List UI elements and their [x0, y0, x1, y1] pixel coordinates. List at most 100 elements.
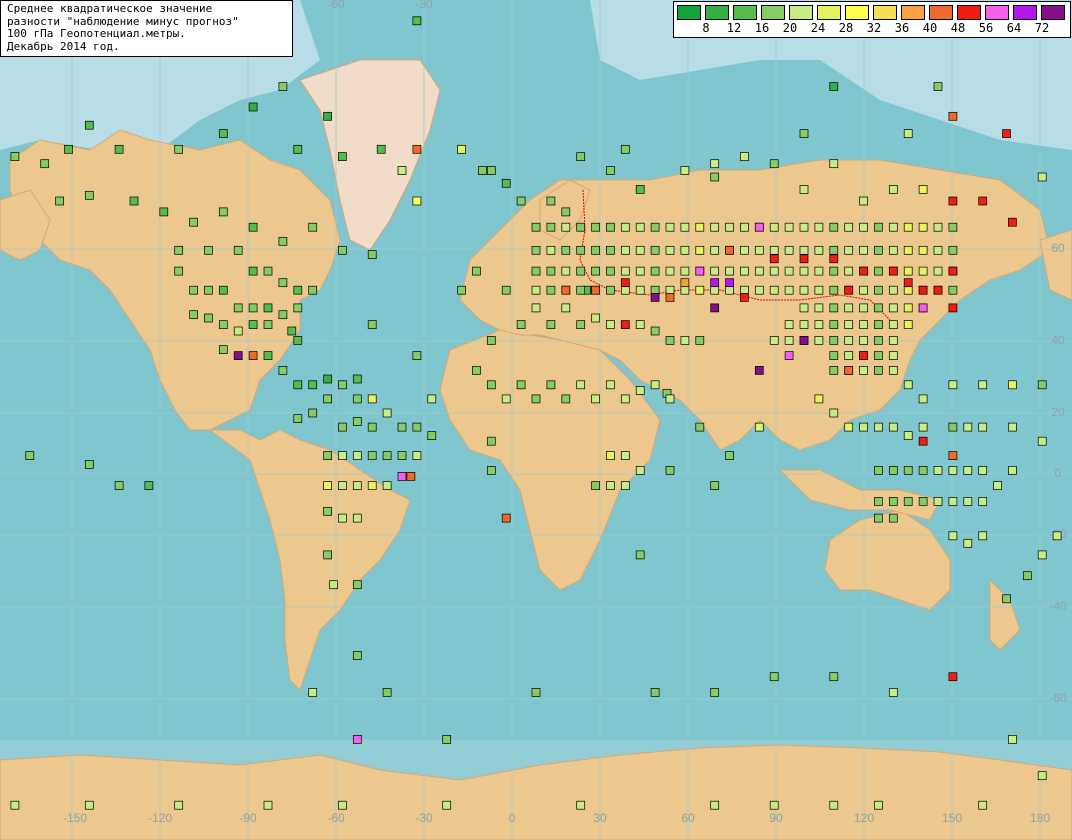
station-marker: [859, 320, 868, 329]
station-marker: [874, 466, 883, 475]
station-marker: [412, 422, 422, 432]
station-marker: [329, 580, 338, 590]
station-marker: [531, 266, 541, 276]
station-marker: [576, 266, 586, 276]
lon-label: 0: [509, 811, 516, 825]
station-marker: [725, 222, 734, 232]
station-marker: [635, 550, 645, 560]
station-marker: [650, 688, 660, 697]
station-marker: [769, 254, 779, 264]
station-marker: [323, 550, 332, 560]
station-marker: [903, 320, 913, 329]
station-marker: [352, 651, 362, 660]
station-marker: [725, 285, 734, 295]
station-marker: [888, 185, 898, 194]
station-marker: [829, 159, 839, 169]
station-marker: [859, 366, 868, 375]
station-marker: [1037, 436, 1047, 446]
legend-swatch: [705, 5, 729, 20]
station-marker: [888, 320, 898, 329]
station-marker: [978, 380, 988, 390]
station-marker: [620, 144, 630, 154]
station-marker: [859, 336, 868, 345]
station-marker: [620, 222, 630, 232]
station-marker: [978, 196, 988, 206]
station-marker: [665, 245, 675, 255]
station-marker: [948, 466, 958, 475]
station-marker: [323, 451, 332, 460]
station-marker: [591, 245, 600, 255]
station-marker: [561, 207, 571, 217]
legend-label: 72: [1034, 21, 1050, 35]
station-marker: [859, 285, 868, 295]
station-marker: [620, 320, 630, 329]
station-marker: [546, 285, 556, 295]
station-marker: [263, 266, 273, 276]
station-marker: [844, 222, 854, 232]
station-marker: [591, 394, 600, 404]
station-marker: [233, 245, 243, 255]
station-marker: [903, 380, 913, 390]
station-marker: [159, 207, 169, 217]
station-marker: [740, 266, 749, 276]
station-marker: [635, 285, 645, 295]
station-marker: [918, 245, 928, 255]
station-marker: [606, 245, 615, 255]
title-line-4: Декабрь 2014 год.: [7, 39, 120, 53]
station-marker: [799, 303, 809, 313]
station-marker: [278, 310, 288, 320]
station-marker: [888, 336, 898, 345]
station-marker: [650, 245, 660, 255]
station-marker: [695, 336, 705, 345]
station-marker: [740, 222, 749, 232]
color-legend: 8 12 16 20 24 28 32 36 40 48 56 64 72: [673, 1, 1071, 38]
station-marker: [948, 672, 958, 682]
lat-label: -40: [1049, 599, 1067, 613]
station-marker: [338, 422, 347, 432]
station-marker: [263, 800, 273, 810]
station-marker: [754, 366, 764, 375]
station-marker: [888, 245, 898, 255]
station-marker: [918, 436, 928, 446]
legend-swatch: [929, 5, 953, 20]
station-marker: [1008, 380, 1017, 390]
station-marker: [531, 394, 541, 404]
station-marker: [874, 351, 883, 360]
station-marker: [376, 144, 386, 154]
legend-label: 16: [754, 21, 770, 35]
station-marker: [367, 250, 377, 259]
station-marker: [635, 245, 645, 255]
station-marker: [874, 222, 883, 232]
station-marker: [486, 380, 496, 390]
station-marker: [888, 351, 898, 360]
station-marker: [308, 285, 318, 295]
station-marker: [784, 285, 794, 295]
station-marker: [725, 451, 734, 460]
station-marker: [665, 336, 675, 345]
station-marker: [844, 285, 854, 295]
station-marker: [754, 222, 764, 232]
station-marker: [635, 222, 645, 232]
station-marker: [814, 266, 824, 276]
station-marker: [591, 266, 600, 276]
station-marker: [888, 366, 898, 375]
station-marker: [1002, 594, 1011, 604]
station-marker: [561, 245, 571, 255]
legend-label: 32: [866, 21, 882, 35]
station-marker: [382, 688, 392, 697]
station-marker: [903, 303, 913, 313]
station-marker: [710, 266, 720, 276]
station-marker: [1008, 422, 1017, 432]
station-marker: [427, 394, 437, 404]
station-marker: [606, 320, 615, 329]
station-marker: [278, 82, 288, 91]
station-marker: [1022, 571, 1032, 581]
station-marker: [740, 285, 749, 295]
station-marker: [218, 320, 228, 329]
station-marker: [1037, 550, 1047, 560]
station-marker: [293, 303, 303, 313]
station-marker: [248, 102, 258, 112]
station-marker: [710, 245, 720, 255]
station-marker: [397, 451, 407, 460]
station-marker: [918, 303, 928, 313]
